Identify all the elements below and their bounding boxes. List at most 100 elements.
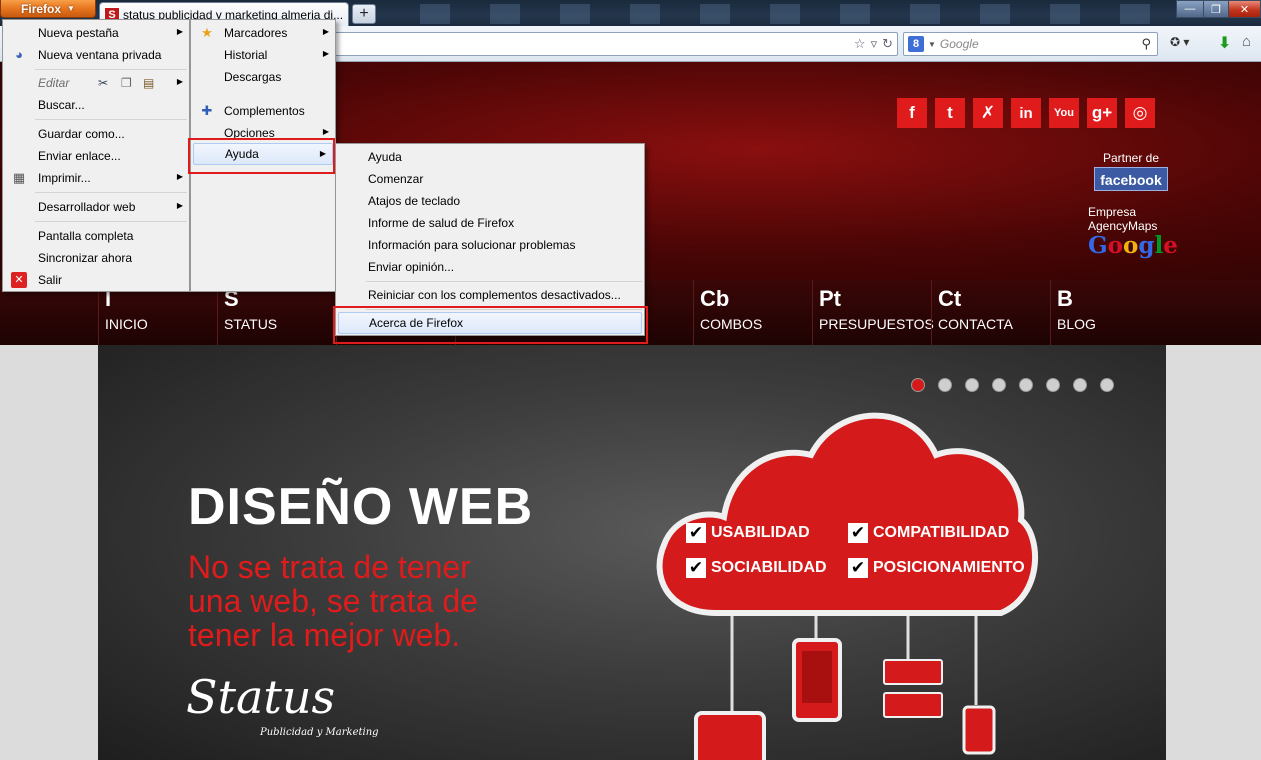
laptop-icon — [694, 711, 766, 760]
tumblr-icon[interactable]: t — [935, 98, 965, 128]
facebook-icon[interactable]: f — [897, 98, 927, 128]
feature-sociabilidad: ✔ SOCIABILIDAD — [686, 558, 827, 578]
menu-item-pantalla-completa[interactable]: Pantalla completa — [3, 225, 189, 247]
slider-dot[interactable] — [1073, 378, 1087, 392]
tablet-screen — [802, 651, 832, 703]
menu-item-opciones[interactable]: Opciones ▶ — [191, 122, 335, 144]
paste-icon[interactable]: ▤ — [143, 76, 154, 90]
home-icon[interactable]: ⌂ — [1242, 33, 1251, 50]
menu-item-label: Información para solucionar problemas — [368, 238, 576, 252]
google-plus-icon[interactable]: g+ — [1087, 98, 1117, 128]
menu-separator — [366, 281, 642, 282]
menu-item-sincronizar-ahora[interactable]: Sincronizar ahora — [3, 247, 189, 269]
feature-posicionamiento: ✔ POSICIONAMIENTO — [848, 558, 1025, 578]
nav-item-abbr: Ct — [938, 286, 962, 311]
slider-dot[interactable] — [1100, 378, 1114, 392]
nav-item-label: PRESUPUESTOS — [819, 316, 934, 332]
slider-dot[interactable] — [1046, 378, 1060, 392]
menu-item-descargas[interactable]: Descargas — [191, 66, 335, 88]
url-bar[interactable]: ☆ ▿ ↻ — [330, 32, 898, 56]
chevron-down-icon[interactable]: ▼ — [928, 40, 936, 49]
minimize-button[interactable]: — — [1176, 0, 1204, 18]
menu-item-guardar-como[interactable]: Guardar como... — [3, 123, 189, 145]
nav-item-presupuestos[interactable]: Pt PRESUPUESTOS — [812, 280, 934, 345]
printer-icon: ▦ — [12, 170, 26, 185]
tagline-line: No se trata de tener — [188, 549, 471, 585]
checkmark-icon: ✔ — [848, 558, 868, 578]
menu-item-imprimir[interactable]: ▦ Imprimir... ▶ — [3, 167, 189, 189]
menu-item-nueva-pestana[interactable]: Nueva pestaña ▶ — [3, 22, 189, 44]
menu-item-historial[interactable]: Historial ▶ — [191, 44, 335, 66]
submenu-arrow-icon: ▶ — [176, 172, 183, 181]
cut-icon[interactable]: ✂ — [98, 76, 108, 90]
submenu-arrow-icon: ▶ — [176, 27, 183, 36]
maximize-button[interactable]: ❐ — [1203, 0, 1229, 18]
feature-label: COMPATIBILIDAD — [873, 524, 1010, 541]
menu-item-label: Nueva ventana privada — [38, 48, 162, 62]
star-icon: ★ — [201, 25, 213, 40]
menu-item-label: Comenzar — [368, 172, 424, 186]
partner-text: Partner de — [1102, 151, 1160, 165]
xing-icon[interactable]: ✗ — [973, 98, 1003, 128]
search-input[interactable]: Google — [940, 37, 1142, 51]
agencymaps-badge[interactable]: Empresa AgencyMaps Google — [1088, 205, 1178, 259]
menu-item-label: Reiniciar con los complementos desactiva… — [368, 288, 621, 302]
menu-item-nueva-ventana-privada[interactable]: ◕ Nueva ventana privada — [3, 44, 189, 66]
menu-item-label: Desarrollador web — [38, 200, 136, 214]
nav-item-label: CONTACTA — [938, 316, 1013, 332]
exit-icon: ✕ — [11, 272, 27, 288]
menu-item-label: Pantalla completa — [38, 229, 134, 243]
menu-separator — [35, 69, 187, 70]
close-window-button[interactable]: ✕ — [1228, 0, 1261, 18]
feature-label: SOCIABILIDAD — [711, 559, 827, 576]
submenu-arrow-icon: ▶ — [176, 77, 183, 86]
menu-item-complementos[interactable]: ✚ Complementos — [191, 100, 335, 122]
menu-item-buscar[interactable]: Buscar... — [3, 94, 189, 116]
star-bookmark-icon[interactable]: ☆ — [854, 36, 866, 52]
search-icon[interactable]: ⚲ — [1141, 36, 1151, 52]
menu-item-comenzar[interactable]: Comenzar — [336, 168, 644, 190]
copy-icon[interactable]: ❐ — [121, 76, 132, 90]
nav-item-combos[interactable]: Cb COMBOS — [693, 280, 812, 345]
menu-item-label: Complementos — [224, 104, 305, 118]
download-arrow-icon[interactable]: ⬇ — [1218, 33, 1231, 53]
menu-item-atajos-de-teclado[interactable]: Atajos de teclado — [336, 190, 644, 212]
nav-item-abbr: Pt — [819, 286, 841, 311]
youtube-icon[interactable]: You — [1049, 98, 1079, 128]
reload-icon[interactable]: ↻ — [882, 36, 893, 52]
search-bar[interactable]: 8 ▼ Google ⚲ — [903, 32, 1158, 56]
status-signature-logo: Status — [186, 670, 336, 724]
menu-item-enviar-opinion[interactable]: Enviar opinión... — [336, 256, 644, 278]
menu-item-acerca-de-firefox[interactable]: Acerca de Firefox — [338, 312, 642, 334]
facebook-logo: facebook — [1094, 167, 1168, 191]
firefox-app-menu-left: Nueva pestaña ▶ ◕ Nueva ventana privada E… — [2, 19, 190, 292]
menu-item-salir[interactable]: ✕ Salir — [3, 269, 189, 291]
menu-item-marcadores[interactable]: ★ Marcadores ▶ — [191, 22, 335, 44]
status-signature-subtitle: Publicidad y Marketing — [260, 727, 379, 738]
menu-item-ayuda-help[interactable]: Ayuda — [336, 146, 644, 168]
linkedin-icon[interactable]: in — [1011, 98, 1041, 128]
history-dropdown-icon[interactable]: ▿ — [871, 36, 878, 52]
menu-item-ayuda[interactable]: Ayuda ▶ — [193, 143, 333, 165]
bookmarks-menu-button[interactable]: ✪ ▾ — [1170, 35, 1202, 53]
menu-separator — [35, 221, 187, 222]
nav-item-label: INICIO — [105, 316, 148, 332]
menu-item-label: Buscar... — [38, 98, 85, 112]
google-engine-icon[interactable]: 8 — [908, 36, 924, 52]
instagram-icon[interactable]: ◎ — [1125, 98, 1155, 128]
facebook-partner-badge[interactable]: Partner de facebook — [1086, 151, 1176, 191]
desktop-background — [380, 4, 1160, 24]
firefox-app-menu-right: ★ Marcadores ▶ Historial ▶ Descargas ✚ Com… — [190, 19, 336, 292]
firefox-menu-button[interactable]: Firefox ▼ — [0, 0, 96, 18]
menu-item-informacion-problemas[interactable]: Información para solucionar problemas — [336, 234, 644, 256]
checkmark-icon: ✔ — [686, 523, 706, 543]
menu-item-reiniciar-sin-complementos[interactable]: Reiniciar con los complementos desactiva… — [336, 284, 644, 306]
page-background-left — [0, 345, 98, 760]
menu-item-desarrollador-web[interactable]: Desarrollador web ▶ — [3, 196, 189, 218]
menu-item-enviar-enlace[interactable]: Enviar enlace... — [3, 145, 189, 167]
new-tab-button[interactable]: + — [352, 4, 376, 24]
menu-item-informe-de-salud[interactable]: Informe de salud de Firefox — [336, 212, 644, 234]
nav-item-contacta[interactable]: Ct CONTACTA — [931, 280, 1050, 345]
nav-item-blog[interactable]: B BLOG — [1050, 280, 1169, 345]
menu-item-label: Salir — [38, 273, 63, 287]
